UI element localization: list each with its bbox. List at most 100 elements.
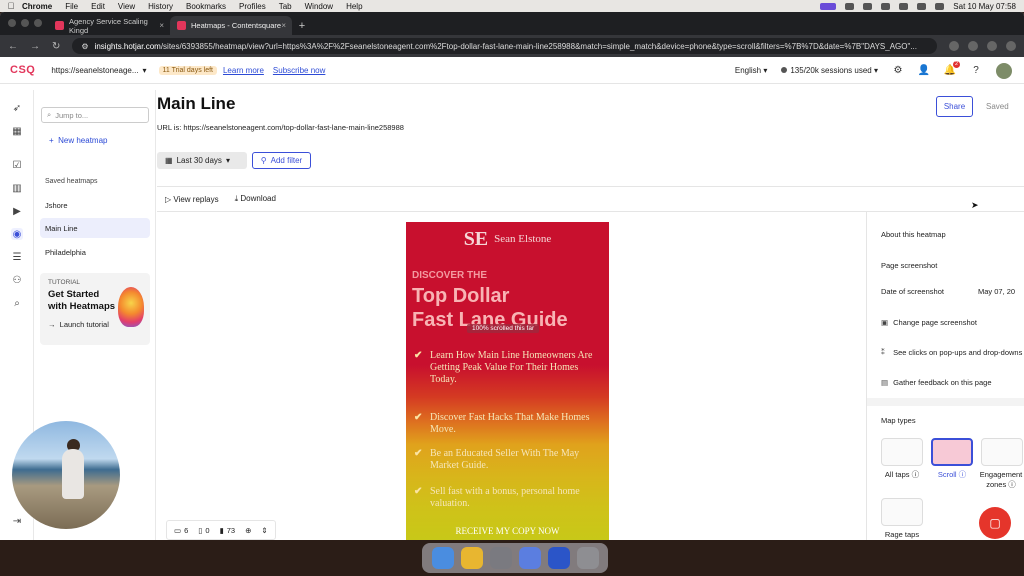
webcam-overlay <box>12 421 120 529</box>
subscribe-link[interactable]: Subscribe now <box>273 66 325 75</box>
csq-logo[interactable]: CSQ <box>10 64 35 76</box>
language-selector[interactable]: English ▾ <box>735 66 768 75</box>
control-center-icon[interactable] <box>935 2 945 10</box>
scroll-depth-label: 100% scrolled this far <box>467 324 540 333</box>
avatar[interactable] <box>996 62 1012 79</box>
invite-user-icon[interactable]: 👤 <box>918 65 930 77</box>
screen-record-icon[interactable] <box>820 2 837 10</box>
analytics-icon[interactable]: ☑ <box>11 159 23 171</box>
battery-icon[interactable] <box>881 2 891 10</box>
more-icon[interactable] <box>1006 41 1016 51</box>
see-clicks-toggle[interactable]: ⁑ See clicks on pop-ups and drop-downs <box>881 348 1022 357</box>
extension-icon[interactable] <box>949 41 959 51</box>
map-type-all-taps[interactable] <box>881 438 923 466</box>
trial-badge: 11 Trial days left <box>158 65 217 75</box>
apple-icon[interactable]:  <box>0 1 22 11</box>
back-icon[interactable]: ← <box>8 41 18 52</box>
search-menubar-icon[interactable] <box>917 2 927 10</box>
menu-file[interactable]: File <box>65 2 78 11</box>
sidebar-item-philadelphia[interactable]: Philadelphia <box>40 242 150 262</box>
rocket-icon[interactable]: ➶ <box>11 102 23 114</box>
phone-count[interactable]: ▮ 73 <box>220 526 235 535</box>
wifi-icon[interactable] <box>899 2 909 10</box>
tab-heatmaps[interactable]: Heatmaps - Contentsquare × <box>170 16 292 35</box>
menu-history[interactable]: History <box>148 2 173 11</box>
menu-chrome[interactable]: Chrome <box>22 2 52 11</box>
app-icon[interactable] <box>547 547 570 569</box>
learn-more-link[interactable]: Learn more <box>223 66 264 75</box>
bell-icon[interactable]: 🔔 2 <box>944 60 960 77</box>
forward-icon[interactable]: → <box>30 41 40 52</box>
search-insights-icon[interactable]: ⌕ <box>11 297 23 309</box>
users-icon[interactable]: ⚇ <box>11 274 23 286</box>
bar-chart-icon[interactable]: ▥ <box>11 182 23 194</box>
screenshot-date-value: May 07, 20 <box>978 287 1016 296</box>
tablet-icon: ▯ <box>198 525 203 535</box>
finder-icon[interactable] <box>431 547 454 569</box>
new-tab-button[interactable]: + <box>292 16 312 35</box>
sessions-usage[interactable]: 135/20k sessions used ▾ <box>781 66 878 75</box>
map-type-scroll[interactable] <box>931 438 973 466</box>
select-tool-icon[interactable]: ⊕ <box>245 526 251 535</box>
menu-edit[interactable]: Edit <box>91 2 105 11</box>
site-info-icon[interactable]: ⚙ <box>81 42 88 51</box>
site-selector[interactable]: https://seanelstoneage... ▾ <box>51 66 146 75</box>
replay-icon[interactable]: ▶ <box>11 205 23 217</box>
new-heatmap-button[interactable]: + New heatmap <box>49 136 107 145</box>
download-button[interactable]: ⤓ Download <box>235 194 276 204</box>
heatmap-toolbar: ▷ View replays ⤓ Download <box>157 186 1024 212</box>
sync-status-icon[interactable] <box>863 2 873 10</box>
map-type-rage-taps[interactable] <box>881 498 923 526</box>
dashboard-icon[interactable]: ▦ <box>11 125 23 137</box>
integrations-icon[interactable]: ⚙ <box>892 65 904 77</box>
minimize-window-button[interactable] <box>21 19 29 27</box>
close-window-button[interactable] <box>8 19 16 27</box>
tab-agency[interactable]: Agency Service Scaling Kingd × <box>48 16 170 35</box>
chrome-icon[interactable] <box>460 547 483 569</box>
reload-icon[interactable]: ↻ <box>52 41 60 52</box>
map-type-label: Rage taps <box>884 530 920 539</box>
notification-badge: 2 <box>952 60 960 68</box>
chat-help-button[interactable]: ▢ <box>979 507 1011 539</box>
tab-close-icon[interactable]: × <box>159 21 164 30</box>
profile-icon[interactable] <box>987 41 997 51</box>
search-input[interactable]: ⌕ Jump to... <box>41 107 149 123</box>
change-screenshot-button[interactable]: ▣ Change page screenshot <box>881 318 977 327</box>
menu-view[interactable]: View <box>118 2 135 11</box>
date-range-select[interactable]: ▦ Last 30 days ▾ <box>157 152 247 169</box>
settings-icon[interactable] <box>489 547 512 569</box>
heatmap-icon[interactable]: ◉ <box>11 228 23 240</box>
check-icon: ✔ <box>414 350 423 361</box>
app-icon[interactable] <box>518 547 541 569</box>
extension-icon[interactable] <box>968 41 978 51</box>
gear-status-icon[interactable] <box>845 2 855 10</box>
collapse-icon[interactable]: ⇥ <box>11 515 23 527</box>
sidebar-item-main-line[interactable]: Main Line <box>40 218 150 238</box>
menu-profiles[interactable]: Profiles <box>239 2 266 11</box>
survey-icon[interactable]: ☰ <box>11 251 23 263</box>
maximize-window-button[interactable] <box>34 19 42 27</box>
view-replays-button[interactable]: ▷ View replays <box>165 195 219 204</box>
url-input[interactable]: ⚙ insights.hotjar.com/sites/6393855/heat… <box>72 38 937 54</box>
gather-feedback-button[interactable]: ▤ Gather feedback on this page <box>881 378 992 387</box>
add-filter-button[interactable]: ⚲ Add filter <box>252 152 311 169</box>
menu-tab[interactable]: Tab <box>279 2 292 11</box>
menu-bookmarks[interactable]: Bookmarks <box>186 2 226 11</box>
menu-help[interactable]: Help <box>346 2 362 11</box>
desktop-count[interactable]: ▭ 6 <box>174 526 188 535</box>
menubar-clock[interactable]: Sat 10 May 07:58 <box>953 2 1016 11</box>
preview-bullet: ✔ Be an Educated Seller With The May Mark… <box>414 448 580 471</box>
trash-icon[interactable] <box>576 547 599 569</box>
scroll-heatmap-preview[interactable]: SE Sean Elstone DISCOVER THE Top Dollar Fa… <box>406 222 609 540</box>
menubar-status: Sat 10 May 07:58 <box>820 0 1016 12</box>
map-type-engagement[interactable] <box>981 438 1023 466</box>
preview-bullet: ✔ Sell fast with a bonus, personal home v… <box>414 486 580 509</box>
help-icon[interactable]: ? <box>970 65 982 77</box>
sidebar-item-jshore[interactable]: Jshore <box>40 195 150 215</box>
tab-close-icon[interactable]: × <box>281 21 286 30</box>
scroll-tool-icon[interactable]: ⇕ <box>261 526 267 535</box>
share-button[interactable]: Share <box>936 96 973 117</box>
tablet-count[interactable]: ▯ 0 <box>198 526 209 535</box>
saved-status: Saved <box>986 102 1009 111</box>
menu-window[interactable]: Window <box>305 2 333 11</box>
